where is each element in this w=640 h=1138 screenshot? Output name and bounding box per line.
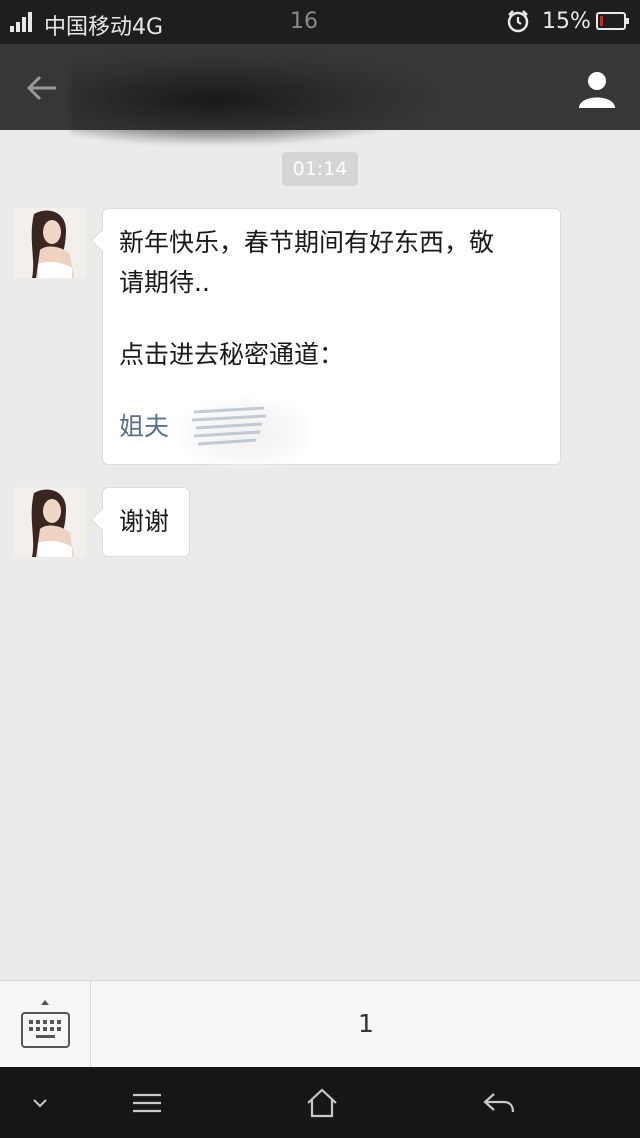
person-icon[interactable] [576,68,618,110]
status-bar: 中国移动4G 16 15% [0,0,640,44]
clock-time: 16 [290,9,318,34]
menu-icon[interactable] [125,1081,169,1125]
home-icon[interactable] [300,1081,344,1125]
keyboard-icon [21,1000,70,1048]
battery-icon [596,12,629,30]
title-bar [0,44,640,144]
message-line: 请期待.. [119,268,210,297]
message-line: 点击进去秘密通道： [119,340,345,369]
message-link[interactable]: 姐夫 [119,412,169,441]
arrow-left-icon[interactable] [22,68,62,108]
alarm-icon [507,10,529,33]
battery-level [600,16,603,26]
battery-percent: 15% [542,9,591,34]
avatar[interactable] [14,208,86,278]
scribble-mark [191,406,267,446]
avatar[interactable] [14,487,86,557]
system-nav-bar [0,1067,640,1138]
input-bar: 1 [0,980,640,1067]
keyboard-toggle-button[interactable] [0,981,91,1067]
message-line: 新年快乐，春节期间有好东西，敬 [119,228,495,257]
obscured-title [70,54,430,144]
chevron-down-icon[interactable] [18,1081,62,1125]
message-bubble[interactable]: 新年快乐，春节期间有好东西，敬 请期待.. 点击进去秘密通道： 姐夫 [102,208,561,465]
message-bubble[interactable]: 谢谢 [102,487,190,557]
message-text: 谢谢 [119,507,170,536]
timestamp: 01:14 [282,152,358,186]
signal-icon [10,12,38,32]
avatar-image [14,487,86,557]
menu-button[interactable]: 1 [92,981,640,1067]
back-icon[interactable] [476,1081,520,1125]
avatar-image [14,208,86,278]
carrier-label: 中国移动4G [44,15,164,40]
